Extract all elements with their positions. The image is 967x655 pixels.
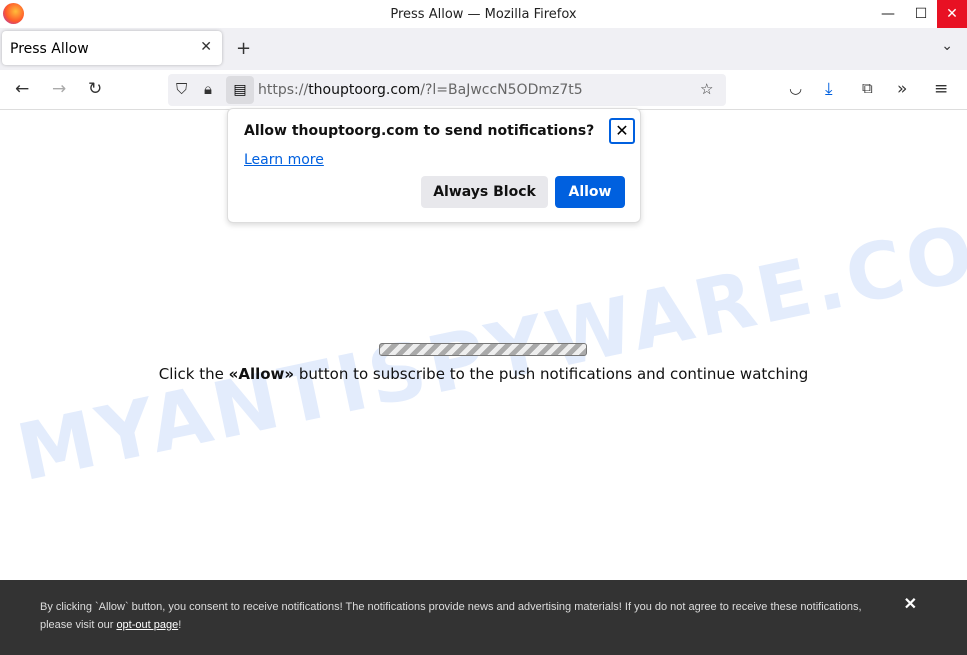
maximize-button[interactable]: ☐ (906, 0, 936, 28)
always-block-button[interactable]: Always Block (421, 176, 548, 208)
title-bar: Press Allow — Mozilla Firefox — ☐ ✕ (0, 0, 967, 28)
bookmark-star-icon[interactable]: ☆ (700, 80, 713, 98)
close-window-button[interactable]: ✕ (937, 0, 967, 28)
url-bar[interactable]: ⛉ 🔒︎ ▤ https://thouptoorg.com/?l=BaJwccN… (168, 74, 726, 106)
overflow-icon[interactable]: » (897, 79, 907, 99)
consent-footer: By clicking `Allow` button, you consent … (0, 580, 967, 655)
footer-end: ! (178, 619, 182, 631)
tab-label: Press Allow (10, 41, 89, 57)
allow-button[interactable]: Allow (555, 176, 625, 208)
pocket-icon[interactable]: ◡ (789, 79, 802, 97)
close-tab-icon[interactable]: ✕ (200, 39, 212, 55)
reload-icon[interactable]: ↻ (88, 79, 102, 99)
extensions-icon[interactable]: ⧉ (862, 79, 873, 97)
menu-icon[interactable]: ≡ (934, 79, 948, 99)
url-text[interactable]: https://thouptoorg.com/?l=BaJwccN5ODmz7t… (258, 82, 583, 98)
minimize-button[interactable]: — (873, 0, 903, 28)
learn-more-link[interactable]: Learn more (244, 152, 324, 168)
window-title: Press Allow — Mozilla Firefox (390, 7, 577, 22)
notification-permission-popup: Allow thouptoorg.com to send notificatio… (227, 108, 641, 223)
notification-permission-icon[interactable]: ▤ (226, 76, 254, 104)
tab-press-allow[interactable]: Press Allow ✕ (2, 31, 222, 65)
new-tab-button[interactable]: + (236, 38, 251, 59)
shield-icon[interactable]: ⛉ (176, 80, 187, 98)
lock-icon[interactable]: 🔒︎ (204, 80, 212, 98)
close-footer-icon[interactable]: ✕ (904, 596, 917, 614)
download-icon[interactable]: ⤓ (825, 79, 833, 99)
subscribe-message: Click the «Allow» button to subscribe to… (158, 365, 809, 383)
loading-progress-bar (379, 343, 587, 356)
close-popup-icon[interactable]: ✕ (609, 118, 635, 144)
back-icon[interactable]: ← (15, 79, 29, 99)
list-tabs-chevron-icon[interactable]: ⌄ (941, 38, 953, 54)
tab-bar: Press Allow ✕ + ⌄ (0, 28, 967, 70)
forward-icon[interactable]: → (52, 79, 66, 99)
popup-title: Allow thouptoorg.com to send notificatio… (244, 123, 595, 139)
opt-out-link[interactable]: opt-out page (116, 619, 178, 631)
nav-bar: ← → ↻ ⛉ 🔒︎ ▤ https://thouptoorg.com/?l=B… (0, 70, 967, 110)
